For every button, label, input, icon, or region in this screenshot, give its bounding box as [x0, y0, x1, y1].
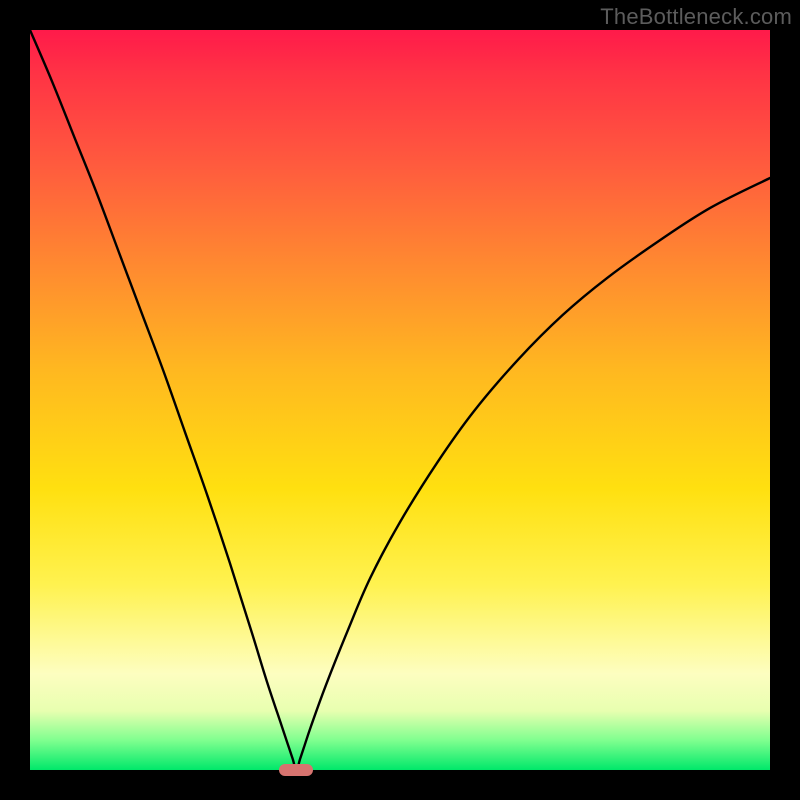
bottleneck-curve [30, 30, 770, 770]
watermark-text: TheBottleneck.com [600, 4, 792, 30]
chart-plot-area [30, 30, 770, 770]
optimal-marker [279, 764, 313, 776]
